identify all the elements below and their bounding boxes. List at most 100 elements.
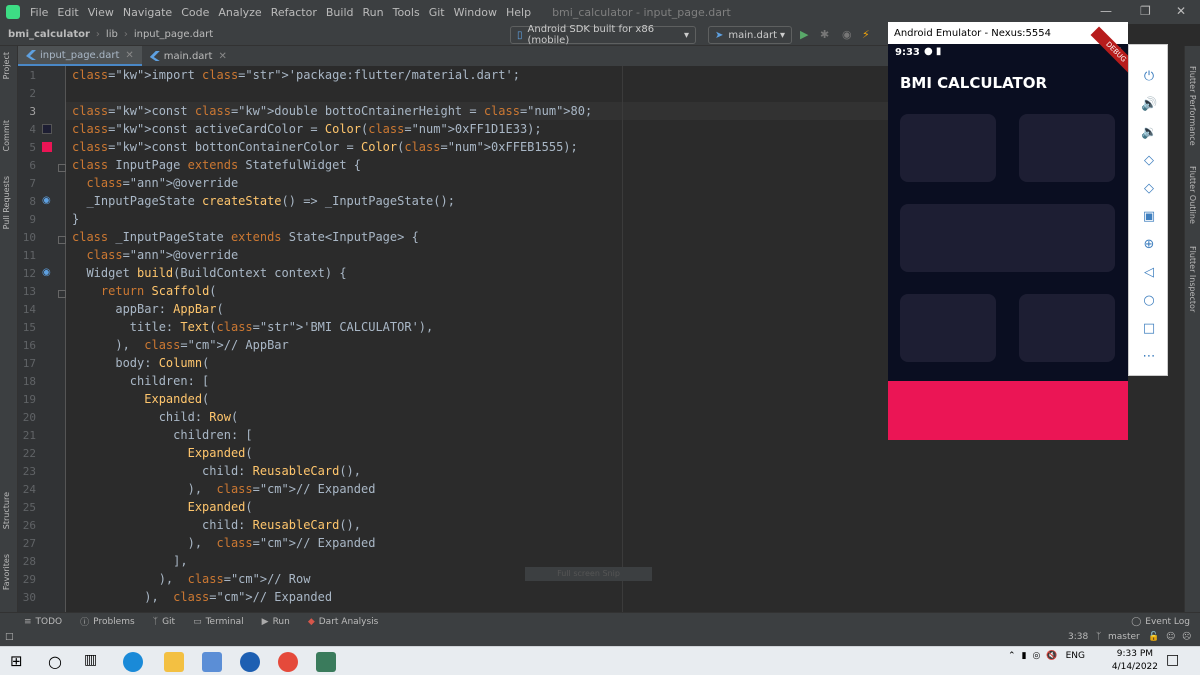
reusable-card[interactable] — [1019, 294, 1115, 362]
face-icon[interactable]: ☺ — [1166, 632, 1175, 642]
tool-structure[interactable]: Structure — [2, 492, 11, 529]
hot-reload-icon[interactable]: ⚡ — [862, 28, 870, 41]
home-icon[interactable]: ○ — [1141, 293, 1157, 309]
chevron-up-icon[interactable]: ⌃ — [1008, 651, 1016, 661]
line-number: 14 — [22, 303, 36, 316]
power-icon[interactable]: ⏻ — [1141, 69, 1157, 85]
phone-icon: ▯ — [517, 29, 523, 41]
tool-project[interactable]: Project — [2, 52, 11, 79]
layout-icon[interactable]: □ — [5, 632, 14, 642]
menu-file[interactable]: File — [30, 6, 48, 19]
menu-help[interactable]: Help — [506, 6, 531, 19]
reusable-card[interactable] — [900, 204, 1115, 272]
run-config-selector[interactable]: ➤ main.dart ▾ — [708, 26, 792, 44]
run-icon[interactable]: ▶ — [800, 28, 808, 41]
menu-window[interactable]: Window — [454, 6, 497, 19]
taskbar-clock[interactable]: 9:33 PM 4/14/2022 — [1112, 648, 1158, 674]
zoom-icon[interactable]: ⊕ — [1141, 237, 1157, 253]
close-tab-icon[interactable]: ✕ — [218, 51, 226, 62]
battery-icon[interactable]: ▮ — [1022, 651, 1027, 661]
tool-pull-requests[interactable]: Pull Requests — [2, 176, 11, 229]
back-icon[interactable]: ◁ — [1141, 265, 1157, 281]
file-explorer-icon[interactable] — [164, 652, 184, 672]
menu-refactor[interactable]: Refactor — [271, 6, 317, 19]
bottom-container[interactable] — [888, 381, 1128, 440]
speaker-muted-icon[interactable]: 🔇 — [1046, 651, 1057, 661]
tool-problems[interactable]: ⓘ Problems — [80, 615, 135, 629]
tool-flutter-outline[interactable]: Flutter Outline — [1188, 166, 1197, 224]
code-editor[interactable]: class="kw">import class="str">'package:f… — [66, 66, 888, 612]
volume-down-icon[interactable]: 🔉 — [1141, 125, 1157, 141]
input-language[interactable]: ENG — [1066, 651, 1085, 661]
code-line: children: [ — [72, 374, 210, 388]
edge-icon[interactable] — [123, 652, 143, 672]
menu-analyze[interactable]: Analyze — [218, 6, 261, 19]
face-sad-icon[interactable]: ☹ — [1182, 632, 1191, 642]
tool-label: Run — [272, 616, 290, 627]
task-view-icon[interactable]: ▥ — [84, 652, 104, 672]
tool-dart-analysis[interactable]: ◆ Dart Analysis — [308, 617, 379, 627]
tool-favorites[interactable]: Favorites — [2, 554, 11, 590]
fold-icon[interactable] — [58, 236, 66, 244]
rotate-left-icon[interactable]: ◇ — [1141, 153, 1157, 169]
menu-view[interactable]: View — [88, 6, 114, 19]
reusable-card[interactable] — [900, 294, 996, 362]
reusable-card[interactable] — [900, 114, 996, 182]
breadcrumb-folder[interactable]: lib — [106, 29, 118, 40]
tab-label: input_page.dart — [40, 49, 120, 61]
fold-icon[interactable] — [58, 290, 66, 298]
tool-terminal[interactable]: ▭ Terminal — [193, 617, 244, 627]
menu-build[interactable]: Build — [326, 6, 354, 19]
menu-code[interactable]: Code — [181, 6, 209, 19]
windows-start-icon[interactable]: ⊞ — [10, 652, 30, 672]
word-icon[interactable] — [240, 652, 260, 672]
store-icon[interactable] — [202, 652, 222, 672]
volume-up-icon[interactable]: 🔊 — [1141, 97, 1157, 113]
breadcrumb-separator: › — [95, 29, 100, 40]
tool-todo[interactable]: ≡ TODO — [24, 617, 62, 627]
android-studio-taskbar-icon[interactable] — [316, 652, 336, 672]
close-tab-icon[interactable]: ✕ — [125, 50, 133, 61]
tool-run[interactable]: ▶ Run — [262, 617, 290, 627]
menu-git[interactable]: Git — [429, 6, 445, 19]
network-icon[interactable]: ◎ — [1033, 651, 1041, 661]
menu-edit[interactable]: Edit — [57, 6, 78, 19]
restore-icon[interactable]: ❐ — [1140, 4, 1151, 18]
tool-flutter-performance[interactable]: Flutter Performance — [1188, 66, 1197, 146]
search-icon[interactable]: ○ — [48, 652, 68, 672]
tool-commit[interactable]: Commit — [2, 120, 11, 151]
line-number: 3 — [29, 105, 36, 118]
fold-icon[interactable] — [58, 164, 66, 172]
tab-main[interactable]: main.dart ✕ — [142, 46, 235, 66]
notification-icon[interactable]: □ — [1166, 652, 1186, 672]
lock-icon[interactable]: 🔓 — [1148, 632, 1159, 642]
more-icon[interactable]: ⋯ — [1141, 349, 1157, 365]
reusable-card[interactable] — [1019, 114, 1115, 182]
code-line: ], — [72, 554, 188, 568]
color-swatch-bottom-container[interactable] — [42, 142, 52, 152]
emulator-screen[interactable]: 9:33 ● ▮ ▮ DEBUG BMI CALCULATOR — [888, 26, 1142, 440]
git-branch[interactable]: master — [1108, 632, 1140, 642]
tool-flutter-inspector[interactable]: Flutter Inspector — [1188, 246, 1197, 312]
tab-input-page[interactable]: input_page.dart ✕ — [18, 46, 142, 66]
debug-icon[interactable]: ✱ — [820, 28, 829, 41]
override-icon[interactable]: ◉ — [42, 195, 52, 206]
rotate-right-icon[interactable]: ◇ — [1141, 181, 1157, 197]
overview-icon[interactable]: □ — [1141, 321, 1157, 337]
caret-position[interactable]: 3:38 — [1068, 632, 1088, 642]
menu-navigate[interactable]: Navigate — [123, 6, 172, 19]
breadcrumb-project[interactable]: bmi_calculator — [8, 29, 90, 40]
breadcrumb-file[interactable]: input_page.dart — [134, 29, 213, 40]
minimize-icon[interactable]: — — [1100, 4, 1112, 18]
chrome-icon[interactable] — [278, 652, 298, 672]
menu-run[interactable]: Run — [363, 6, 384, 19]
tool-event-log[interactable]: ◯ Event Log — [1131, 617, 1190, 627]
override-icon[interactable]: ◉ — [42, 267, 52, 278]
tool-git[interactable]: ᛉ Git — [153, 617, 175, 627]
camera-icon[interactable]: ▣ — [1141, 209, 1157, 225]
close-icon[interactable]: ✕ — [1176, 4, 1186, 18]
device-selector[interactable]: ▯ Android SDK built for x86 (mobile) ▾ — [510, 24, 696, 46]
color-swatch-active-card[interactable] — [42, 124, 52, 134]
menu-tools[interactable]: Tools — [393, 6, 420, 19]
attach-icon[interactable]: ◉ — [842, 28, 852, 41]
